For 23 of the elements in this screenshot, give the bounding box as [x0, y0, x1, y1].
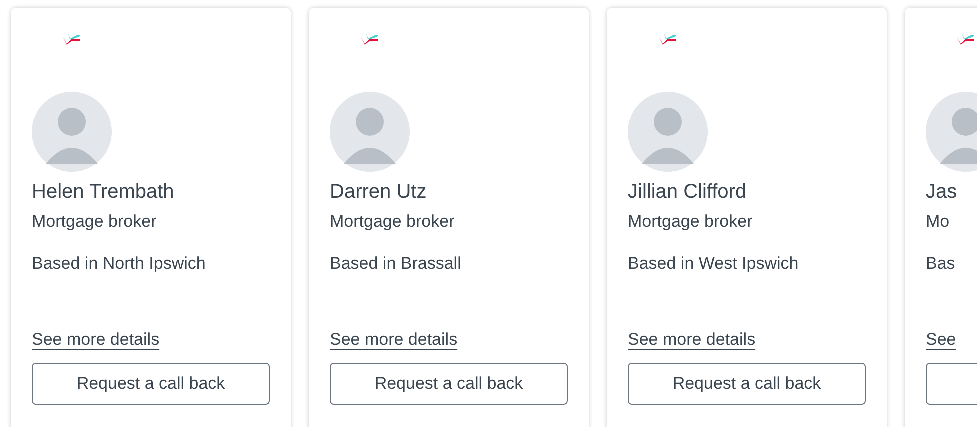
logo-icon	[62, 32, 82, 46]
person-name: Helen Trembath	[32, 180, 174, 204]
details-link[interactable]: See more details	[330, 330, 458, 349]
location-text: Bas	[926, 254, 956, 274]
person-name: Jas	[926, 180, 958, 204]
person-name: Jillian Clifford	[628, 180, 747, 204]
job-title: Mortgage broker	[330, 212, 455, 232]
location-text: Based in Brassall	[330, 254, 462, 274]
call-back-button[interactable]: Request a call back	[330, 363, 568, 405]
details-link[interactable]: See more details	[32, 330, 160, 349]
person-name: Darren Utz	[330, 180, 427, 204]
logo-icon	[658, 32, 678, 46]
location-text: Based in West Ipswich	[628, 254, 799, 274]
logo-icon	[360, 32, 380, 46]
call-back-button[interactable]: Request a call back	[32, 363, 270, 405]
details-link[interactable]: See	[926, 330, 956, 349]
call-back-button[interactable]: Request a call back	[628, 363, 866, 405]
job-title: Mortgage broker	[628, 212, 753, 232]
logo-icon	[956, 32, 976, 46]
job-title: Mortgage broker	[32, 212, 157, 232]
job-title: Mo	[926, 212, 950, 232]
location-text: Based in North Ipswich	[32, 254, 206, 274]
details-link[interactable]: See more details	[628, 330, 756, 349]
